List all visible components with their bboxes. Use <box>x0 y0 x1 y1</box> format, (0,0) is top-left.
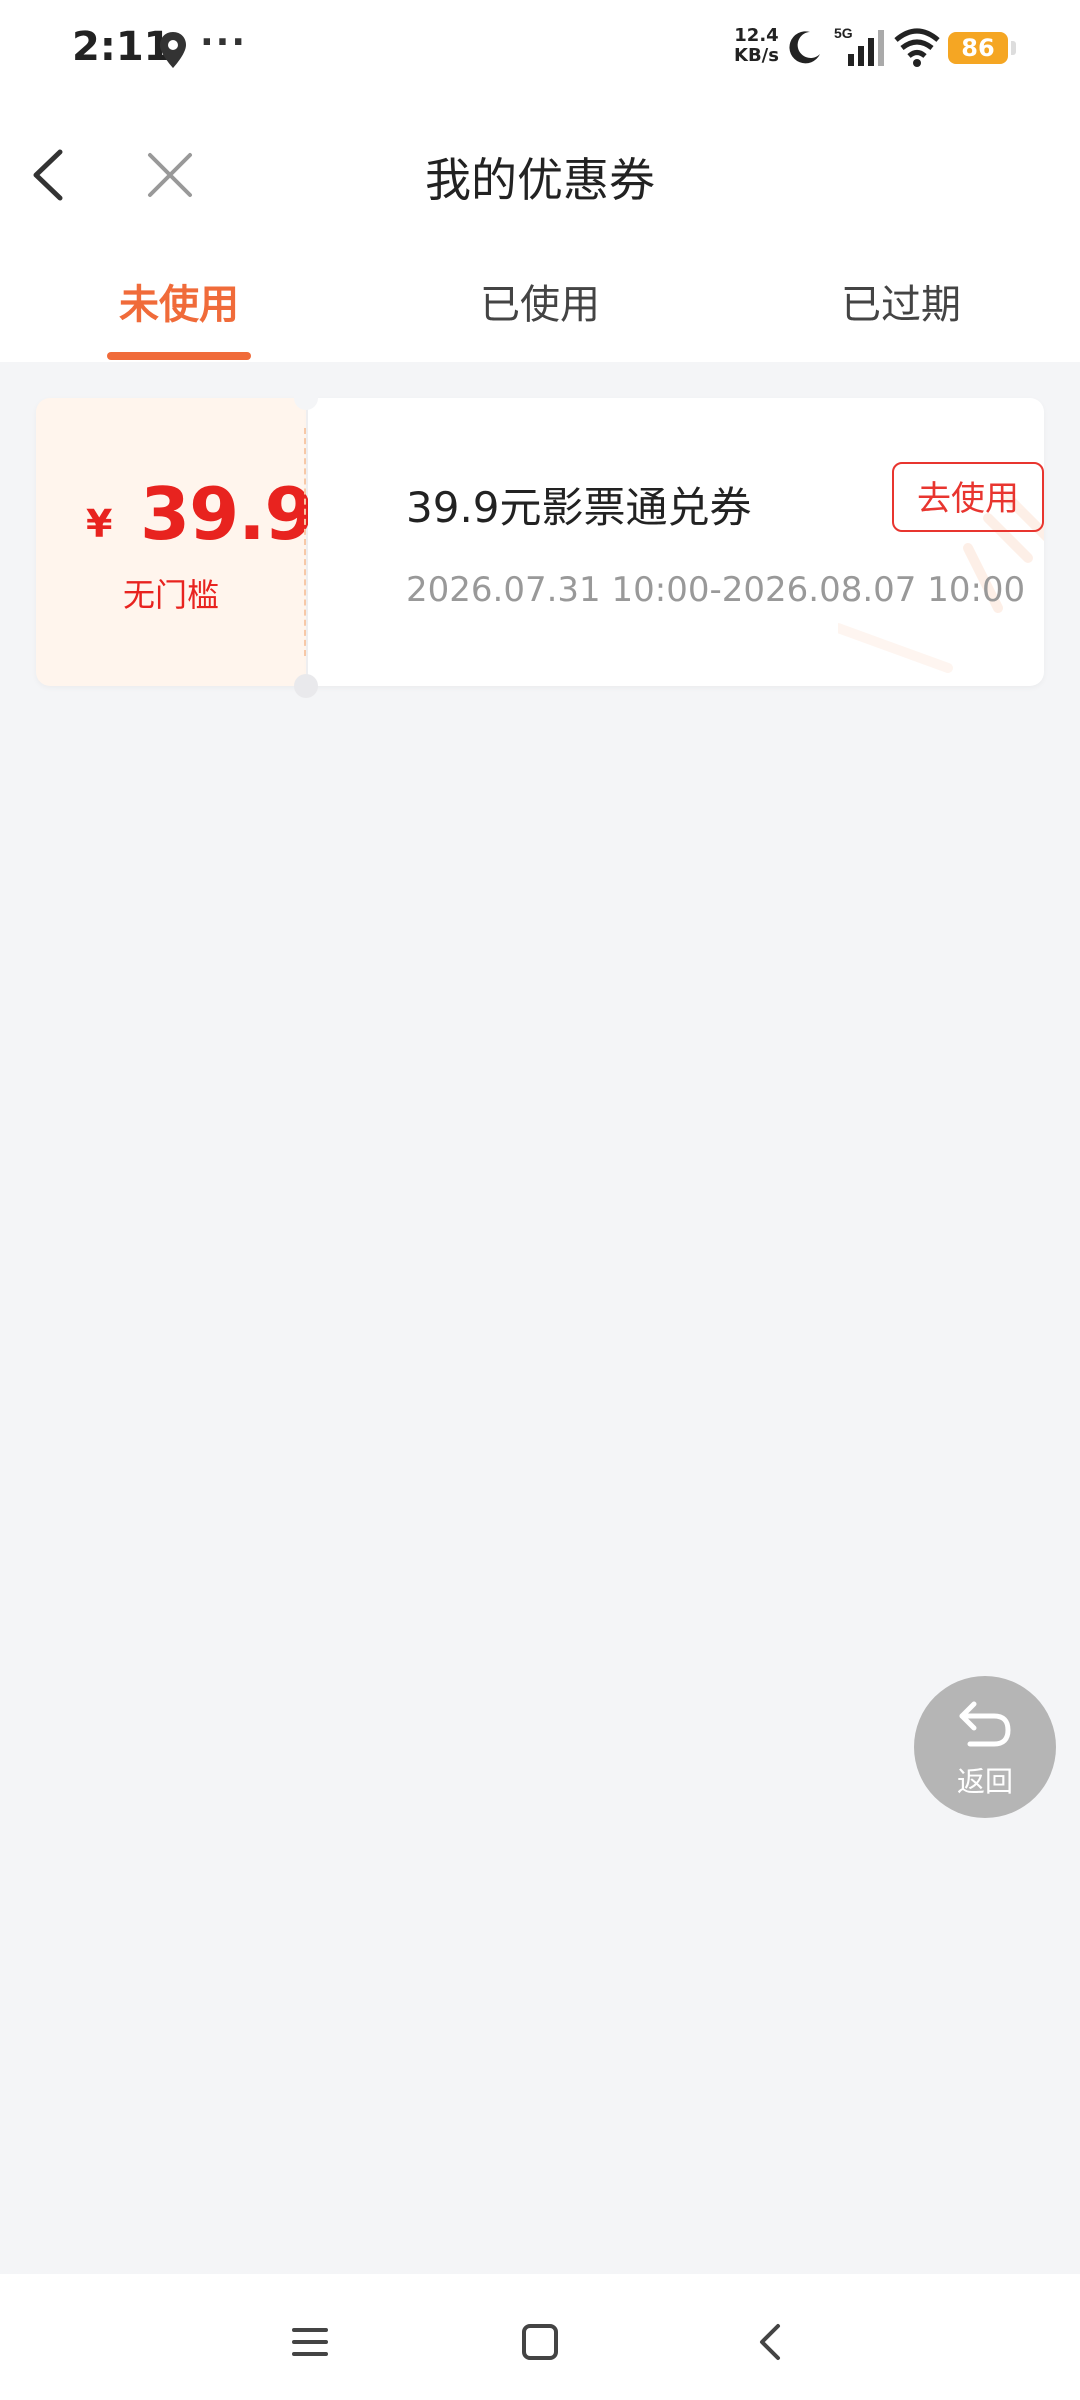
status-bar: 2:11 ··· 12.4 KB/s 5G 86 <box>0 0 1080 100</box>
network-speed: 12.4 KB/s <box>734 26 779 66</box>
coupon-info-panel: 39.9元影票通兑券 2026.07.31 10:00-2026.08.07 1… <box>308 398 1044 686</box>
coupon-amount: 39.9 <box>140 472 315 556</box>
network-type: 5G <box>834 26 853 41</box>
status-time: 2:11 <box>72 24 172 70</box>
floating-back-label: 返回 <box>956 1765 1013 1798</box>
floating-back-button[interactable]: 返回 <box>914 1676 1056 1818</box>
tab-indicator <box>107 352 251 360</box>
more-dots-icon: ··· <box>200 22 248 63</box>
coupon-divider <box>304 428 306 656</box>
tab-bar: 未使用 已使用 已过期 <box>0 250 1080 362</box>
tab-used[interactable]: 已使用 <box>410 272 670 330</box>
currency-symbol: ¥ <box>86 502 113 546</box>
wifi-icon <box>894 28 940 67</box>
moon-icon <box>789 31 820 64</box>
coupon-notch-bottom <box>294 674 318 698</box>
tab-expired[interactable]: 已过期 <box>771 272 1031 330</box>
use-coupon-button[interactable]: 去使用 <box>892 462 1044 532</box>
coupon-validity: 2026.07.31 10:00-2026.08.07 10:00 <box>406 570 1026 610</box>
system-nav-bar <box>0 2274 1080 2400</box>
signal-icon: 5G <box>834 26 884 66</box>
coupon-card: ¥ 39.9 无门槛 39.9元影票通兑券 2026.07.31 10:00-2… <box>36 386 1044 698</box>
home-icon[interactable] <box>510 2312 570 2372</box>
network-speed-value: 12.4 <box>734 25 779 46</box>
battery-indicator: 86 <box>948 32 1016 64</box>
coupon-value-panel: ¥ 39.9 无门槛 <box>36 398 315 686</box>
return-arrow-icon <box>959 1701 1011 1747</box>
location-icon <box>160 32 186 68</box>
network-speed-unit: KB/s <box>734 45 779 66</box>
tab-unused[interactable]: 未使用 <box>49 272 309 330</box>
page-title: 我的优惠券 <box>425 153 655 207</box>
coupon-notch-top <box>294 386 318 410</box>
header: 我的优惠券 <box>0 100 1080 250</box>
nav-back-icon[interactable] <box>740 2312 800 2372</box>
coupon-name: 39.9元影票通兑券 <box>406 483 752 532</box>
coupon-threshold: 无门槛 <box>122 576 219 614</box>
menu-icon[interactable] <box>280 2312 340 2372</box>
